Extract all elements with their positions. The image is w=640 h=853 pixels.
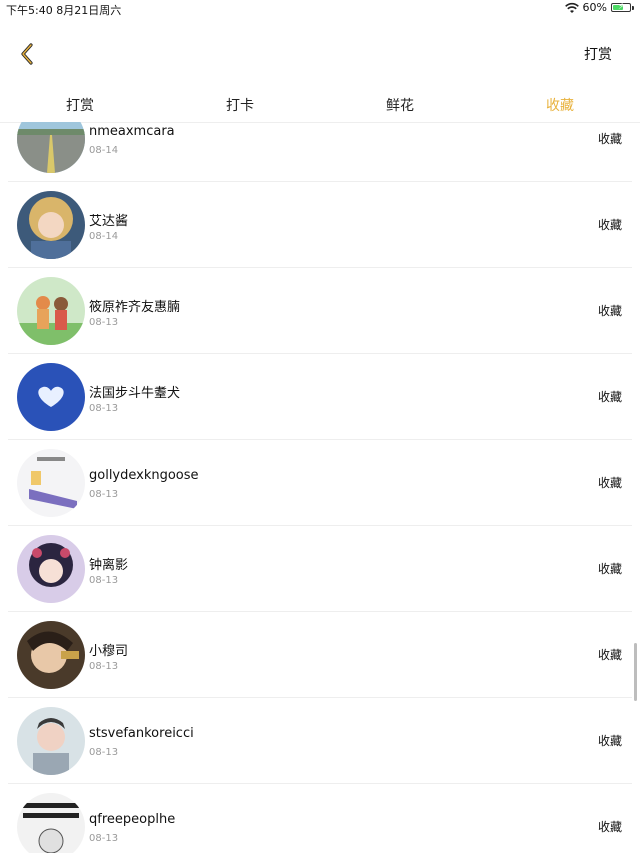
avatar xyxy=(17,793,85,853)
chevron-left-icon[interactable] xyxy=(14,40,42,68)
list-item[interactable]: 法国步斗牛耋犬 08-13 收藏 xyxy=(8,354,632,440)
list-item[interactable]: qfreepeoplhe 08-13 收藏 xyxy=(8,784,632,853)
favorite-button[interactable]: 收藏 xyxy=(598,560,622,577)
list-item[interactable]: nmeaxmcara 08-14 收藏 xyxy=(8,122,632,182)
favorite-button[interactable]: 收藏 xyxy=(598,474,622,491)
charging-bolt-icon: ⚡ xyxy=(618,2,625,12)
user-name: 法国步斗牛耋犬 xyxy=(89,386,181,401)
item-date: 08-14 xyxy=(89,145,119,156)
user-name: nmeaxmcara xyxy=(89,124,175,139)
item-date: 08-13 xyxy=(89,661,119,672)
avatar xyxy=(17,277,85,345)
avatar xyxy=(17,363,85,431)
favorites-list[interactable]: nmeaxmcara 08-14 收藏 艾达酱 08-14 收藏 筱原祚齐友惠腩… xyxy=(0,122,640,853)
item-date: 08-13 xyxy=(89,833,119,844)
tab-flowers[interactable]: 鲜花 xyxy=(320,90,480,122)
battery-cap xyxy=(632,5,634,10)
tab-reward[interactable]: 打赏 xyxy=(0,90,160,122)
favorite-button[interactable]: 收藏 xyxy=(598,646,622,663)
status-right: 60% ⚡ xyxy=(564,1,634,14)
item-date: 08-13 xyxy=(89,403,119,414)
favorite-button[interactable]: 收藏 xyxy=(598,216,622,233)
battery-icon: ⚡ xyxy=(611,2,631,12)
list-item[interactable]: gollydexkngoose 08-13 收藏 xyxy=(8,440,632,526)
user-name: gollydexkngoose xyxy=(89,468,199,483)
user-name: stsvefankoreicci xyxy=(89,726,194,741)
user-name: 小穆司 xyxy=(89,644,129,659)
wifi-icon xyxy=(564,2,579,13)
list-item[interactable]: 艾达酱 08-14 收藏 xyxy=(8,182,632,268)
item-date: 08-13 xyxy=(89,317,119,328)
tab-checkin[interactable]: 打卡 xyxy=(160,90,320,122)
navigation-bar: 打赏 xyxy=(0,18,640,90)
item-date: 08-14 xyxy=(89,231,119,242)
item-date: 08-13 xyxy=(89,489,119,500)
avatar xyxy=(17,535,85,603)
list-item[interactable]: 钟离影 08-13 收藏 xyxy=(8,526,632,612)
item-date: 08-13 xyxy=(89,575,119,586)
status-bar: 下午5:40 8月21日周六 60% ⚡ xyxy=(0,0,640,18)
list-item[interactable]: 小穆司 08-13 收藏 xyxy=(8,612,632,698)
user-name: qfreepeoplhe xyxy=(89,812,176,827)
avatar xyxy=(17,621,85,689)
favorite-button[interactable]: 收藏 xyxy=(598,302,622,319)
favorite-button[interactable]: 收藏 xyxy=(598,732,622,749)
list-item[interactable]: 筱原祚齐友惠腩 08-13 收藏 xyxy=(8,268,632,354)
avatar xyxy=(17,122,85,173)
user-name: 钟离影 xyxy=(89,558,129,573)
avatar xyxy=(17,707,85,775)
battery-percent: 60% xyxy=(582,1,607,14)
favorite-button[interactable]: 收藏 xyxy=(598,388,622,405)
reward-button[interactable]: 打赏 xyxy=(584,44,612,64)
tab-bar: 打赏 打卡 鲜花 收藏 xyxy=(0,90,640,123)
favorite-button[interactable]: 收藏 xyxy=(598,130,622,147)
list-item[interactable]: stsvefankoreicci 08-13 收藏 xyxy=(8,698,632,784)
favorite-button[interactable]: 收藏 xyxy=(598,818,622,835)
user-name: 筱原祚齐友惠腩 xyxy=(89,300,181,315)
status-time-date: 下午5:40 8月21日周六 xyxy=(6,4,122,17)
scrollbar[interactable] xyxy=(634,643,637,701)
user-name: 艾达酱 xyxy=(89,214,129,229)
avatar xyxy=(17,191,85,259)
avatar xyxy=(17,449,85,517)
item-date: 08-13 xyxy=(89,747,119,758)
tab-favorites[interactable]: 收藏 xyxy=(480,90,640,122)
